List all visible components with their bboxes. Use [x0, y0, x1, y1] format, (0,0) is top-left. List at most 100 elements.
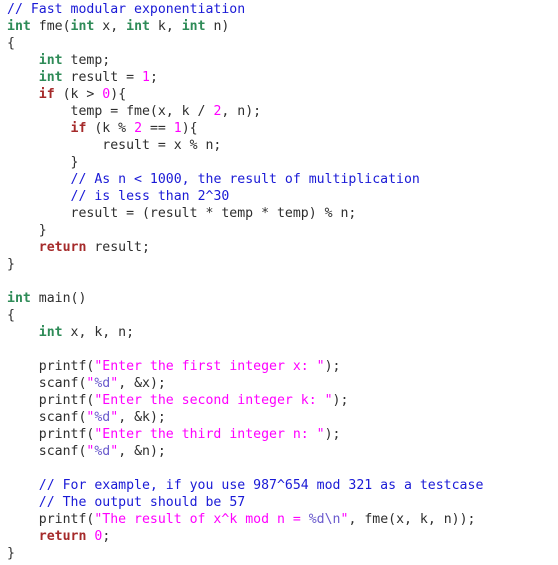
format-specifier-token: %d\n [308, 512, 341, 527]
format-specifier-token: %d [94, 410, 111, 425]
code-line[interactable] [7, 341, 558, 358]
code-line[interactable]: // As n < 1000, the result of multiplica… [7, 171, 558, 188]
code-line[interactable]: scanf("%d", &k); [7, 409, 558, 426]
code-line[interactable]: // The output should be 57 [7, 494, 558, 511]
type-keyword-token: int [7, 291, 31, 306]
control-keyword-token: if [70, 121, 87, 136]
code-text-token: scanf( [7, 376, 87, 391]
control-keyword-token: if [38, 87, 55, 102]
type-keyword-token: int [181, 19, 206, 34]
code-text-token: x, [94, 19, 127, 34]
code-text-token: printf( [7, 393, 95, 408]
format-specifier-token: %d [94, 444, 111, 459]
code-line[interactable]: int result = 1; [7, 69, 558, 86]
code-text-token: printf( [7, 427, 95, 442]
code-text-token: fme( [30, 19, 71, 34]
control-keyword-token: return [38, 240, 87, 255]
number-literal-token: 1 [173, 121, 182, 136]
code-line[interactable]: if (k > 0){ [7, 86, 558, 103]
code-text-token: ); [324, 359, 341, 374]
type-keyword-token: int [38, 70, 63, 85]
code-line[interactable]: return result; [7, 239, 558, 256]
code-line[interactable]: // is less than 2^30 [7, 188, 558, 205]
string-literal-token: "The result of x^k mod n = [94, 512, 309, 527]
code-text-token: printf( [7, 359, 95, 374]
code-line[interactable] [7, 273, 558, 290]
code-text-token: ); [324, 427, 341, 442]
code-text-token: { [7, 308, 15, 323]
code-line[interactable]: temp = fme(x, k / 2, n); [7, 103, 558, 120]
string-literal-token: "Enter the second integer k: " [94, 393, 333, 408]
format-specifier-token: %d [94, 376, 111, 391]
code-text-token: scanf( [7, 444, 87, 459]
string-literal-token: "Enter the first integer x: " [94, 359, 325, 374]
code-line[interactable]: return 0; [7, 528, 558, 545]
string-literal-token: " [110, 376, 119, 391]
number-literal-token: 2 [134, 121, 143, 136]
code-text-token: } [7, 155, 79, 170]
code-line[interactable]: scanf("%d", &x); [7, 375, 558, 392]
comment-token: // For example, if you use 987^654 mod 3… [38, 478, 484, 493]
code-line[interactable]: if (k % 2 == 1){ [7, 120, 558, 137]
code-text-token: ; [102, 529, 111, 544]
code-text-token: temp = fme(x, k / [7, 104, 214, 119]
code-text-token: ){ [181, 121, 198, 136]
code-text-token: } [7, 223, 47, 238]
code-line[interactable]: } [7, 256, 558, 273]
type-keyword-token: int [38, 53, 63, 68]
code-text-token: n) [205, 19, 230, 34]
code-line[interactable]: int x, k, n; [7, 324, 558, 341]
code-line[interactable]: scanf("%d", &n); [7, 443, 558, 460]
string-literal-token: "Enter the third integer n: " [94, 427, 325, 442]
code-line[interactable]: printf("The result of x^k mod n = %d\n",… [7, 511, 558, 528]
type-keyword-token: int [70, 19, 95, 34]
code-text-token: } [7, 257, 15, 272]
code-line[interactable]: int main() [7, 290, 558, 307]
code-line[interactable] [7, 460, 558, 477]
code-text-token: (k > [54, 87, 103, 102]
code-line[interactable]: } [7, 154, 558, 171]
code-text-token: x, k, n; [62, 325, 135, 340]
code-line[interactable]: result = x % n; [7, 137, 558, 154]
code-text-token: , fme(x, k, n)); [348, 512, 476, 527]
code-line[interactable]: // Fast modular exponentiation [7, 1, 558, 18]
comment-token: // As n < 1000, the result of multiplica… [70, 172, 420, 187]
code-text-token: { [7, 36, 15, 51]
comment-token: // is less than 2^30 [70, 189, 230, 204]
code-text-token: result = (result * temp * temp) % n; [7, 206, 357, 221]
code-text-token: , &x); [118, 376, 166, 391]
code-text-token: result = x % n; [7, 138, 222, 153]
code-line[interactable]: printf("Enter the first integer x: "); [7, 358, 558, 375]
code-line[interactable]: // For example, if you use 987^654 mod 3… [7, 477, 558, 494]
code-text-token: result; [86, 240, 150, 255]
code-text-token: , &n); [118, 444, 166, 459]
code-editor[interactable]: // Fast modular exponentiation int fme(in… [0, 0, 558, 565]
code-text-token: , n); [221, 104, 262, 119]
code-text-token: result = [62, 70, 142, 85]
code-line[interactable]: } [7, 222, 558, 239]
code-text-token: , &k); [118, 410, 166, 425]
code-text-token: temp; [62, 53, 111, 68]
string-literal-token: " [110, 444, 119, 459]
code-line[interactable]: { [7, 307, 558, 324]
code-line[interactable]: printf("Enter the second integer k: "); [7, 392, 558, 409]
type-keyword-token: int [38, 325, 63, 340]
code-text-token: k, [149, 19, 182, 34]
code-line[interactable]: { [7, 35, 558, 52]
code-line[interactable]: } [7, 545, 558, 562]
number-literal-token: 1 [142, 70, 150, 85]
type-keyword-token: int [126, 19, 150, 34]
code-text-token: (k % [86, 121, 135, 136]
code-line[interactable]: int temp; [7, 52, 558, 69]
code-line[interactable]: printf("Enter the third integer n: "); [7, 426, 558, 443]
code-line[interactable]: result = (result * temp * temp) % n; [7, 205, 558, 222]
code-line[interactable]: int fme(int x, int k, int n) [7, 18, 558, 35]
